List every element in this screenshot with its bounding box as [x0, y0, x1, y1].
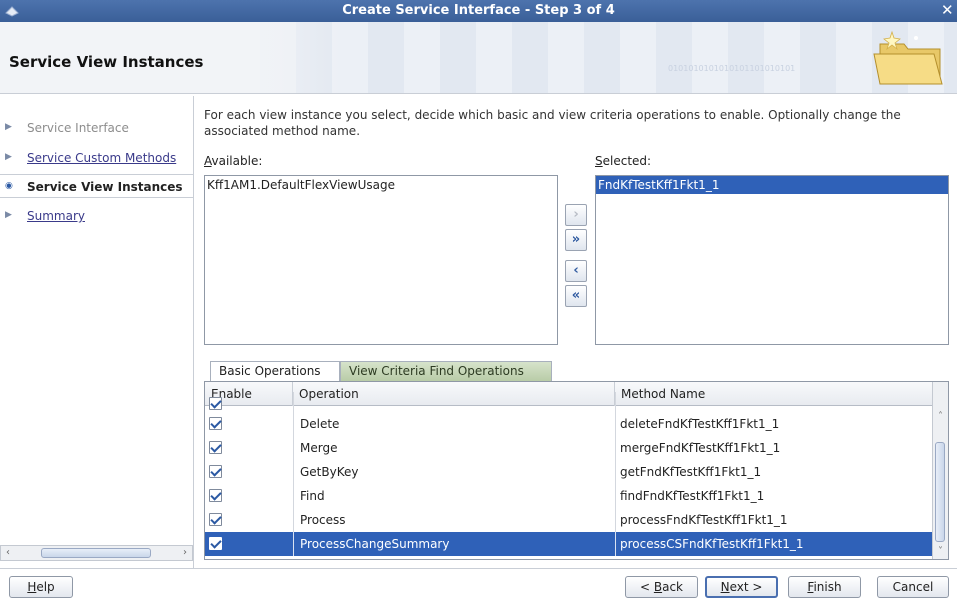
nav-item-service-interface[interactable]: ▶ Service Interface — [0, 116, 193, 140]
back-button[interactable]: < Back — [625, 576, 698, 598]
method-name-cell[interactable]: getFndKfTestKff1Fkt1_1 — [615, 460, 933, 484]
nav-horizontal-scrollbar[interactable]: ‹ › — [0, 545, 193, 561]
nav-item-label: Service Custom Methods — [27, 151, 177, 165]
method-name-cell[interactable]: processCSFndKfTestKff1Fkt1_1 — [615, 532, 933, 556]
table-row[interactable]: Delete deleteFndKfTestKff1Fkt1_1 — [205, 412, 933, 436]
nav-item-label: Summary — [27, 209, 85, 223]
list-item[interactable]: Kff1AM1.DefaultFlexViewUsage — [205, 176, 557, 194]
method-name-cell[interactable]: processFndKfTestKff1Fkt1_1 — [615, 508, 933, 532]
method-name-cell[interactable]: findFndKfTestKff1Fkt1_1 — [615, 484, 933, 508]
enable-checkbox[interactable] — [209, 489, 222, 502]
move-all-right-button[interactable]: » — [565, 229, 587, 251]
current-step-icon: ◉ — [5, 181, 13, 191]
method-name-cell[interactable]: deleteFndKfTestKff1Fkt1_1 — [615, 412, 933, 436]
move-left-button[interactable]: ‹ — [565, 260, 587, 282]
wizard-header: 0101010101010101101010101 Service View I… — [0, 22, 957, 94]
table-row[interactable]: Find findFndKfTestKff1Fkt1_1 — [205, 484, 933, 508]
available-label: Available: — [204, 154, 263, 168]
operation-cell: Delete — [293, 412, 615, 436]
wizard-steps-nav: ▶ Service Interface ▶ Service Custom Met… — [0, 98, 193, 568]
step-bullet-icon: ▶ — [5, 152, 12, 162]
finish-button[interactable]: Finish — [788, 576, 861, 598]
step-bullet-icon: ▶ — [5, 122, 12, 132]
help-button[interactable]: Help — [9, 576, 73, 598]
page-title: Service View Instances — [9, 53, 204, 71]
nav-item-service-custom-methods[interactable]: ▶ Service Custom Methods — [0, 146, 193, 170]
next-button[interactable]: Next > — [705, 576, 778, 598]
scroll-up-icon[interactable]: ˄ — [933, 410, 948, 424]
scrollbar-thumb[interactable] — [41, 548, 151, 558]
scroll-right-icon[interactable]: › — [178, 546, 192, 560]
operation-cell: Process — [293, 508, 615, 532]
operation-cell: ProcessChangeSummary — [293, 532, 615, 556]
tab-basic-operations[interactable]: Basic Operations — [210, 361, 340, 381]
table-row[interactable]: Merge mergeFndKfTestKff1Fkt1_1 — [205, 436, 933, 460]
step-bullet-icon: ▶ — [5, 210, 12, 220]
enable-checkbox[interactable] — [209, 441, 222, 454]
method-name-cell[interactable]: mergeFndKfTestKff1Fkt1_1 — [615, 436, 933, 460]
enable-checkbox[interactable] — [209, 465, 222, 478]
table-row[interactable]: GetByKey getFndKfTestKff1Fkt1_1 — [205, 460, 933, 484]
enable-checkbox[interactable] — [209, 397, 222, 410]
header-decoration — [260, 22, 957, 93]
nav-item-label: Service Interface — [27, 121, 129, 135]
scroll-down-icon[interactable]: ˅ — [933, 545, 948, 559]
table-body: Delete deleteFndKfTestKff1Fkt1_1 Merge m… — [205, 392, 933, 559]
scrollbar-thumb[interactable] — [935, 442, 945, 542]
window-title: Create Service Interface - Step 3 of 4 — [342, 3, 615, 18]
nav-item-label: Service View Instances — [27, 180, 183, 194]
nav-item-summary[interactable]: ▶ Summary — [0, 204, 193, 228]
title-bar: Create Service Interface - Step 3 of 4 ✕ — [0, 0, 957, 22]
scroll-left-icon[interactable]: ‹ — [1, 546, 15, 560]
available-list[interactable]: Kff1AM1.DefaultFlexViewUsage — [204, 175, 558, 345]
nav-item-service-view-instances[interactable]: ◉ Service View Instances — [0, 174, 193, 198]
header-binary-text: 0101010101010101101010101 — [668, 64, 796, 73]
operation-cell: Find — [293, 484, 615, 508]
close-icon[interactable]: ✕ — [941, 1, 955, 19]
move-right-button[interactable]: › — [565, 204, 587, 226]
instructions-text: For each view instance you select, decid… — [204, 108, 901, 138]
tab-view-criteria-find-operations[interactable]: View Criteria Find Operations — [340, 361, 552, 381]
operation-cell: GetByKey — [293, 460, 615, 484]
operation-cell: Merge — [293, 436, 615, 460]
table-vertical-scrollbar[interactable]: ˄ ˅ — [932, 382, 948, 559]
move-all-left-button[interactable]: « — [565, 285, 587, 307]
table-row[interactable]: Process processFndKfTestKff1Fkt1_1 — [205, 508, 933, 532]
wizard-folder-icon — [873, 30, 943, 85]
cancel-button[interactable]: Cancel — [877, 576, 949, 598]
operations-table: Enable Operation Method Name Delete dele… — [204, 381, 949, 560]
table-row-selected[interactable]: ProcessChangeSummary processCSFndKfTestK… — [205, 532, 933, 556]
selected-label: Selected: — [595, 154, 652, 168]
enable-checkbox[interactable] — [209, 537, 222, 550]
enable-checkbox[interactable] — [209, 513, 222, 526]
list-item[interactable]: FndKfTestKff1Fkt1_1 — [596, 176, 948, 194]
selected-list[interactable]: FndKfTestKff1Fkt1_1 — [595, 175, 949, 345]
enable-checkbox[interactable] — [209, 417, 222, 430]
